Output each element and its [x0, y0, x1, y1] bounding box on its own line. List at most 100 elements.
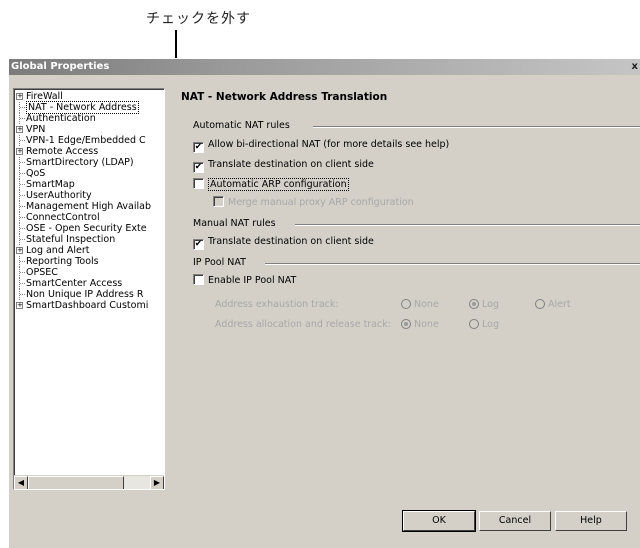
- checkbox-icon[interactable]: ✔: [193, 162, 204, 173]
- tree-connector: [20, 228, 25, 229]
- tree-item[interactable]: Authentication: [14, 113, 164, 124]
- expand-icon[interactable]: +: [16, 148, 23, 155]
- tree-item[interactable]: NAT - Network Address: [14, 101, 164, 114]
- global-properties-dialog: Global Properties x + FireWall NAT - Netwo…: [8, 58, 640, 548]
- tree-item[interactable]: SmartDirectory (LDAP): [14, 157, 164, 168]
- tree-item[interactable]: QoS: [14, 168, 164, 179]
- tree-connector: [20, 107, 25, 108]
- ip-pool-nat-header: IP Pool NAT: [193, 257, 246, 268]
- tree-item[interactable]: Stateful Inspection: [14, 234, 164, 245]
- tree-item[interactable]: SmartCenter Access: [14, 278, 164, 289]
- checkbox-label: Merge manual proxy ARP configuration: [228, 197, 414, 208]
- tree-item-label: UserAuthority: [26, 190, 92, 201]
- radio-label: Alert: [548, 299, 571, 310]
- close-icon[interactable]: x: [632, 59, 638, 75]
- checkbox-label: Automatic ARP configuration: [208, 178, 349, 191]
- tree-item[interactable]: + SmartDashboard Customi: [14, 300, 164, 311]
- tree-connector: [20, 272, 25, 273]
- radio-icon[interactable]: [469, 319, 479, 329]
- allow-bidirectional-nat-checkbox[interactable]: ✔ Allow bi-directional NAT (for more deta…: [193, 138, 449, 153]
- ip-pool-nat-group-header: IP Pool NAT: [193, 257, 640, 268]
- checkbox-icon[interactable]: ✔: [193, 142, 204, 153]
- nat-settings-panel: NAT - Network Address Translation Automa…: [173, 87, 640, 498]
- tree-item[interactable]: OSE - Open Security Exte: [14, 223, 164, 234]
- address-allocation-track-label: Address allocation and release track:: [215, 319, 391, 330]
- tree-connector: [20, 184, 25, 185]
- expand-icon[interactable]: +: [16, 247, 23, 254]
- tree-item-label: VPN: [26, 124, 46, 135]
- category-tree[interactable]: + FireWall NAT - Network Address Authentica…: [13, 88, 165, 490]
- tree-item[interactable]: + VPN: [14, 124, 164, 135]
- tree-connector: [20, 118, 25, 119]
- checkbox-icon[interactable]: [193, 178, 204, 189]
- radio-icon[interactable]: [535, 299, 545, 309]
- callout-annotation: チェックを外す: [146, 11, 251, 27]
- group-divider: [295, 224, 640, 226]
- tree-item[interactable]: SmartMap: [14, 179, 164, 190]
- tree-item-label: Non Unique IP Address R: [26, 289, 144, 300]
- checkbox-icon[interactable]: [213, 196, 224, 207]
- tree-item[interactable]: OPSEC: [14, 267, 164, 278]
- tree-item-label: Reporting Tools: [26, 256, 99, 267]
- checkbox-label: Enable IP Pool NAT: [208, 275, 297, 286]
- tree-connector: [20, 173, 25, 174]
- allocation-track-radio-log[interactable]: Log: [469, 318, 499, 331]
- exhaustion-track-radio-alert[interactable]: Alert: [535, 298, 571, 311]
- radio-icon[interactable]: [469, 299, 479, 309]
- radio-icon[interactable]: [401, 299, 411, 309]
- cancel-button[interactable]: Cancel: [479, 511, 551, 531]
- exhaustion-track-radio-none[interactable]: None: [401, 298, 439, 311]
- merge-proxy-arp-checkbox[interactable]: Merge manual proxy ARP configuration: [213, 196, 414, 209]
- tree-connector: [20, 206, 25, 207]
- tree-item-label: OPSEC: [26, 267, 58, 278]
- translate-destination-client-manual-checkbox[interactable]: ✔ Translate destination on client side: [193, 235, 374, 250]
- checkbox-label: Translate destination on client side: [208, 236, 374, 247]
- translate-destination-client-auto-checkbox[interactable]: ✔ Translate destination on client side: [193, 158, 374, 173]
- tree-item-label: Authentication: [26, 113, 96, 124]
- tree-item[interactable]: Reporting Tools: [14, 256, 164, 267]
- radio-label: None: [414, 299, 439, 310]
- expand-icon[interactable]: +: [16, 302, 23, 309]
- tree-item[interactable]: UserAuthority: [14, 190, 164, 201]
- manual-nat-group-header: Manual NAT rules: [193, 218, 640, 229]
- tree-connector: [20, 217, 25, 218]
- radio-label: Log: [482, 319, 499, 330]
- automatic-nat-header: Automatic NAT rules: [193, 120, 290, 131]
- tree-item[interactable]: + Remote Access: [14, 146, 164, 157]
- group-divider: [265, 263, 640, 265]
- radio-icon[interactable]: [401, 319, 411, 329]
- panel-title: NAT - Network Address Translation: [181, 91, 388, 103]
- tree-item-label: Management High Availab: [26, 201, 151, 212]
- automatic-arp-configuration-checkbox[interactable]: Automatic ARP configuration: [193, 178, 349, 191]
- scroll-left-button[interactable]: ◀: [14, 476, 28, 489]
- tree-item[interactable]: Management High Availab: [14, 201, 164, 212]
- tree-item-label: Log and Alert: [26, 245, 90, 256]
- tree-item[interactable]: VPN-1 Edge/Embedded C: [14, 135, 164, 146]
- tree-connector: [20, 195, 25, 196]
- ok-button[interactable]: OK: [402, 510, 476, 532]
- checkbox-icon[interactable]: ✔: [193, 239, 204, 250]
- enable-ip-pool-nat-checkbox[interactable]: Enable IP Pool NAT: [193, 274, 296, 287]
- radio-label: None: [414, 319, 439, 330]
- manual-nat-header: Manual NAT rules: [193, 218, 276, 229]
- tree-connector: [20, 283, 25, 284]
- tree-item[interactable]: + Log and Alert: [14, 245, 164, 256]
- tree-item-label: SmartMap: [26, 179, 75, 190]
- expand-icon[interactable]: +: [16, 126, 23, 133]
- tree-connector: [20, 294, 25, 295]
- address-exhaustion-track-label: Address exhaustion track:: [215, 299, 339, 310]
- scroll-right-button[interactable]: ▶: [150, 476, 164, 489]
- allocation-track-radio-none[interactable]: None: [401, 318, 439, 331]
- tree-item-label: VPN-1 Edge/Embedded C: [26, 135, 146, 146]
- tree-horizontal-scrollbar[interactable]: ◀ ▶: [14, 475, 164, 489]
- tree-item[interactable]: Non Unique IP Address R: [14, 289, 164, 300]
- tree-item[interactable]: ConnectControl: [14, 212, 164, 223]
- help-button[interactable]: Help: [555, 511, 627, 531]
- expand-icon[interactable]: +: [16, 93, 23, 100]
- tree-item-label: Stateful Inspection: [26, 234, 116, 245]
- tree-connector: [20, 239, 25, 240]
- exhaustion-track-radio-log[interactable]: Log: [469, 298, 499, 311]
- scroll-thumb[interactable]: [28, 476, 124, 489]
- checkbox-icon[interactable]: [193, 274, 204, 285]
- automatic-nat-group-header: Automatic NAT rules: [193, 120, 640, 131]
